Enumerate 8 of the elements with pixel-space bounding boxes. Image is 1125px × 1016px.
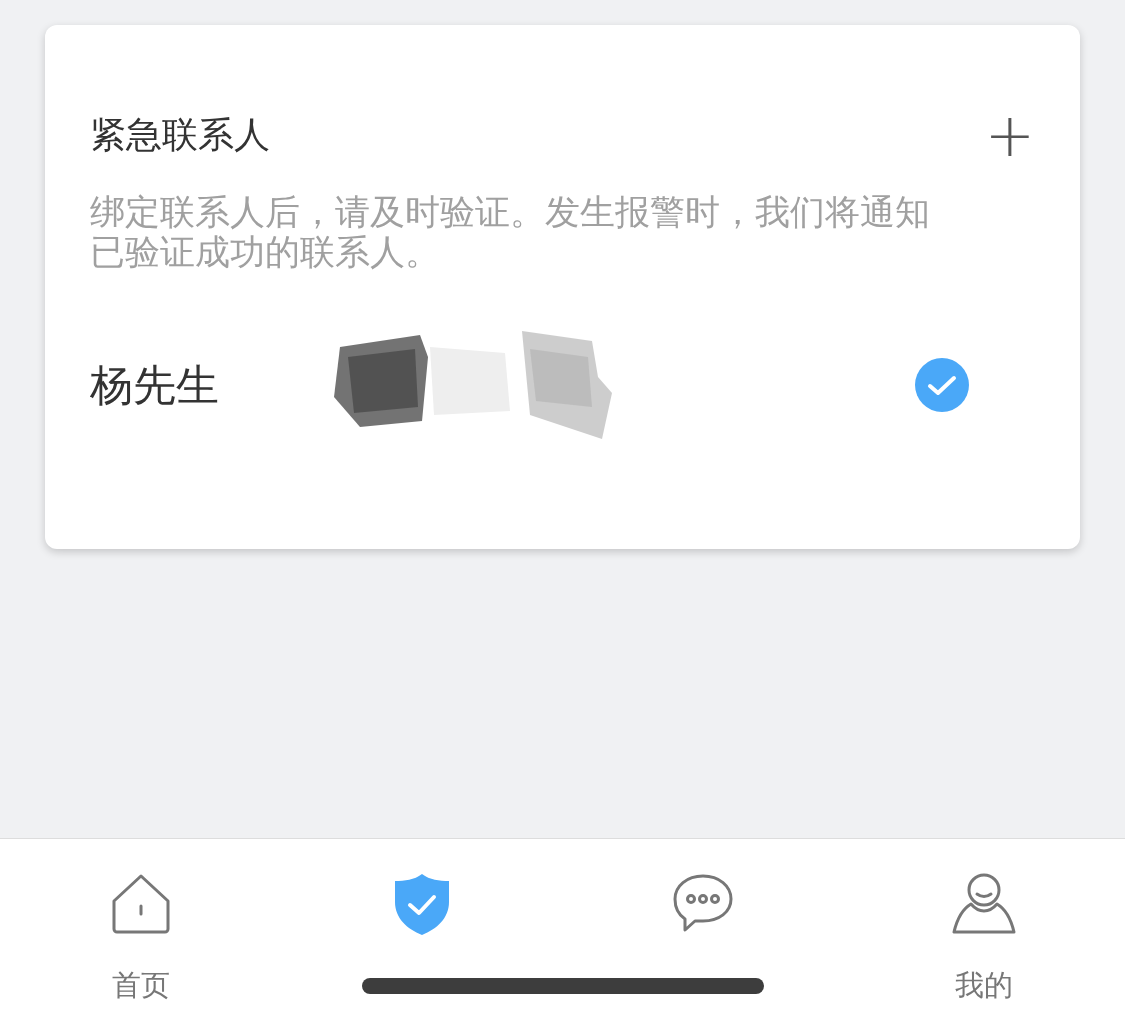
tab-item[interactable]: 我的 xyxy=(843,839,1125,1016)
card-title: 紧急联系人 xyxy=(90,113,270,157)
shield-check-icon xyxy=(392,872,451,936)
description-text: 绑定联系人后，请及时验证。发生报警时，我们将通知已验证成功的联系人。 xyxy=(90,192,931,272)
tab-item[interactable]: 首页 xyxy=(0,839,282,1016)
person-icon xyxy=(951,873,1018,935)
contact-name: 杨先生 xyxy=(90,358,220,412)
add-button[interactable]: + xyxy=(984,110,1035,160)
